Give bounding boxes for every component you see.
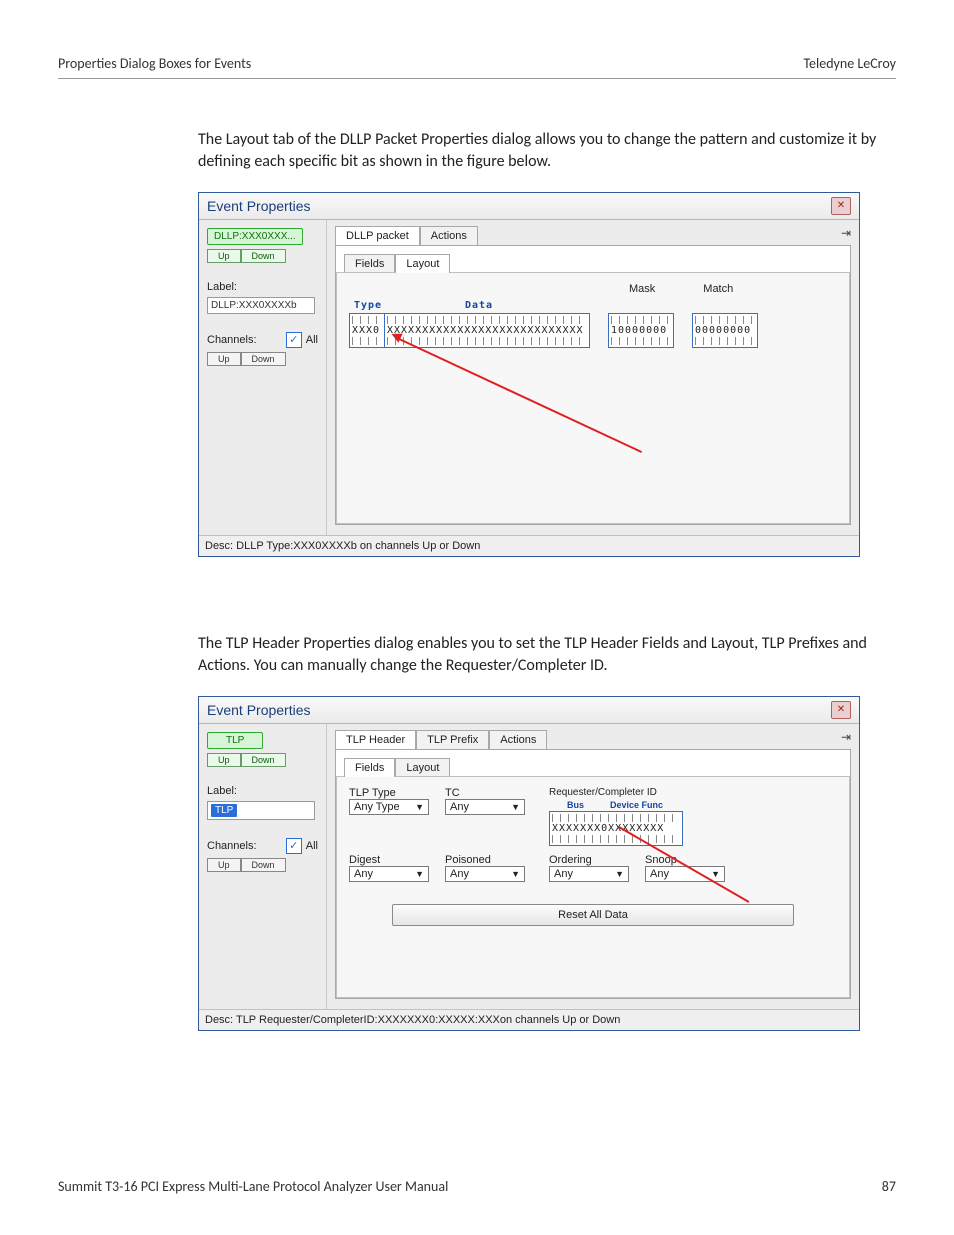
- tab-dllp-packet[interactable]: DLLP packet: [335, 226, 420, 245]
- data-caption: Data: [465, 300, 493, 311]
- chevron-down-icon: ▼: [511, 802, 520, 812]
- poisoned-value: Any: [450, 868, 469, 880]
- tc-label: TC: [445, 787, 525, 799]
- running-header: Properties Dialog Boxes for Events Teled…: [58, 55, 896, 79]
- sidebar: DLLP:XXX0XXX... Up Down Label: DLLP:XXX0…: [199, 220, 327, 535]
- dialog-titlebar: Event Properties ✕: [199, 193, 859, 220]
- sidebar: TLP Up Down Label: TLP Channels:: [199, 724, 327, 1009]
- all-label: All: [306, 840, 318, 852]
- tc-dropdown[interactable]: Any ▼: [445, 799, 525, 815]
- chevron-down-icon: ▼: [415, 802, 424, 812]
- tab-tlp-header[interactable]: TLP Header: [335, 730, 416, 749]
- reqcomp-title: Requester/Completer ID: [549, 787, 683, 798]
- all-checkbox[interactable]: ✓: [286, 332, 302, 348]
- label-value-highlight: TLP: [211, 804, 237, 817]
- tlptype-dropdown[interactable]: Any Type ▼: [349, 799, 429, 815]
- tab-actions[interactable]: Actions: [420, 226, 478, 245]
- callout-line: [397, 337, 643, 453]
- ordering-value: Any: [554, 868, 573, 880]
- channels-header: Channels:: [207, 840, 257, 852]
- main-panel: ⇥ TLP Header TLP Prefix Actions Fields L…: [327, 724, 859, 1009]
- channel-up-button[interactable]: Up: [207, 352, 241, 366]
- chevron-down-icon: ▼: [415, 869, 424, 879]
- down-button[interactable]: Down: [241, 249, 286, 263]
- chevron-down-icon: ▼: [511, 869, 520, 879]
- dialog-title: Event Properties: [207, 198, 311, 214]
- subtab-layout[interactable]: Layout: [395, 758, 450, 777]
- header-right: Teledyne LeCroy: [803, 55, 896, 72]
- reg-devfunc-label: Device Func: [610, 800, 663, 810]
- mask-bits: 10000000: [611, 325, 667, 336]
- tlp-event-properties-dialog: Event Properties ✕ TLP Up Down Label: TL…: [198, 696, 860, 1031]
- dialog-titlebar: Event Properties ✕: [199, 697, 859, 724]
- reset-all-button[interactable]: Reset All Data: [392, 904, 794, 926]
- data-bits: XXXXXXXXXXXXXXXXXXXXXXXXXXXX: [387, 325, 584, 336]
- close-icon[interactable]: ✕: [831, 701, 851, 719]
- close-icon[interactable]: ✕: [831, 197, 851, 215]
- up-button[interactable]: Up: [207, 249, 241, 263]
- tab-actions[interactable]: Actions: [489, 730, 547, 749]
- type-caption: Type: [354, 300, 382, 311]
- tab-tlp-prefix[interactable]: TLP Prefix: [416, 730, 489, 749]
- pin-icon[interactable]: ⇥: [841, 226, 851, 240]
- paragraph-2: The TLP Header Properties dialog enables…: [198, 633, 896, 678]
- reg-bits: XXXXXXX0XXXXXXXX: [552, 823, 664, 834]
- event-badge[interactable]: TLP: [207, 732, 263, 749]
- page-footer: Summit T3-16 PCI Express Multi-Lane Prot…: [58, 1178, 896, 1195]
- channels-header: Channels:: [207, 334, 257, 346]
- bitfield-area: Mask Match Type XXX0: [349, 283, 837, 473]
- channel-down-button[interactable]: Down: [241, 858, 286, 872]
- paragraph-1: The Layout tab of the DLLP Packet Proper…: [198, 129, 896, 174]
- label-input[interactable]: TLP: [207, 801, 315, 820]
- channel-up-button[interactable]: Up: [207, 858, 241, 872]
- all-label: All: [306, 334, 318, 346]
- type-data-segment[interactable]: Type XXX0 Data XXXXXXXX: [349, 313, 590, 348]
- type-bits: XXX0: [352, 325, 380, 336]
- channel-down-button[interactable]: Down: [241, 352, 286, 366]
- dllp-event-properties-dialog: Event Properties ✕ DLLP:XXX0XXX... Up Do…: [198, 192, 860, 557]
- dialog-title: Event Properties: [207, 702, 311, 718]
- description-bar: Desc: DLLP Type:XXX0XXXXb on channels Up…: [199, 535, 859, 556]
- ordering-dropdown[interactable]: Any ▼: [549, 866, 629, 882]
- poisoned-label: Poisoned: [445, 854, 525, 866]
- mask-value[interactable]: 10000000: [608, 313, 674, 348]
- subtab-layout[interactable]: Layout: [395, 254, 450, 273]
- pin-icon[interactable]: ⇥: [841, 730, 851, 744]
- tlptype-value: Any Type: [354, 801, 400, 813]
- page-number: 87: [882, 1178, 896, 1195]
- tc-value: Any: [450, 801, 469, 813]
- label-header: Label:: [207, 281, 318, 293]
- event-badge[interactable]: DLLP:XXX0XXX...: [207, 228, 303, 245]
- header-left: Properties Dialog Boxes for Events: [58, 55, 251, 72]
- footer-left: Summit T3-16 PCI Express Multi-Lane Prot…: [58, 1178, 448, 1195]
- main-panel: ⇥ DLLP packet Actions Fields Layout Mask: [327, 220, 859, 535]
- snoop-value: Any: [650, 868, 669, 880]
- reqcomp-register[interactable]: Bus Device Func XXXXXXX0XXXXXXXX: [549, 800, 683, 846]
- match-bits: 00000000: [695, 325, 751, 336]
- match-column-label: Match: [703, 283, 733, 295]
- label-header: Label:: [207, 785, 318, 797]
- all-checkbox[interactable]: ✓: [286, 838, 302, 854]
- subtab-fields[interactable]: Fields: [344, 254, 395, 273]
- reg-bus-label: Bus: [567, 800, 584, 810]
- chevron-down-icon: ▼: [615, 869, 624, 879]
- digest-dropdown[interactable]: Any ▼: [349, 866, 429, 882]
- chevron-down-icon: ▼: [711, 869, 720, 879]
- label-input[interactable]: DLLP:XXX0XXXXb: [207, 297, 315, 314]
- down-button[interactable]: Down: [241, 753, 286, 767]
- description-bar: Desc: TLP Requester/CompleterID:XXXXXXX0…: [199, 1009, 859, 1030]
- ordering-label: Ordering: [549, 854, 629, 866]
- poisoned-dropdown[interactable]: Any ▼: [445, 866, 525, 882]
- digest-label: Digest: [349, 854, 429, 866]
- up-button[interactable]: Up: [207, 753, 241, 767]
- match-value[interactable]: 00000000: [692, 313, 758, 348]
- mask-column-label: Mask: [629, 283, 655, 295]
- tlptype-label: TLP Type: [349, 787, 429, 799]
- digest-value: Any: [354, 868, 373, 880]
- subtab-fields[interactable]: Fields: [344, 758, 395, 777]
